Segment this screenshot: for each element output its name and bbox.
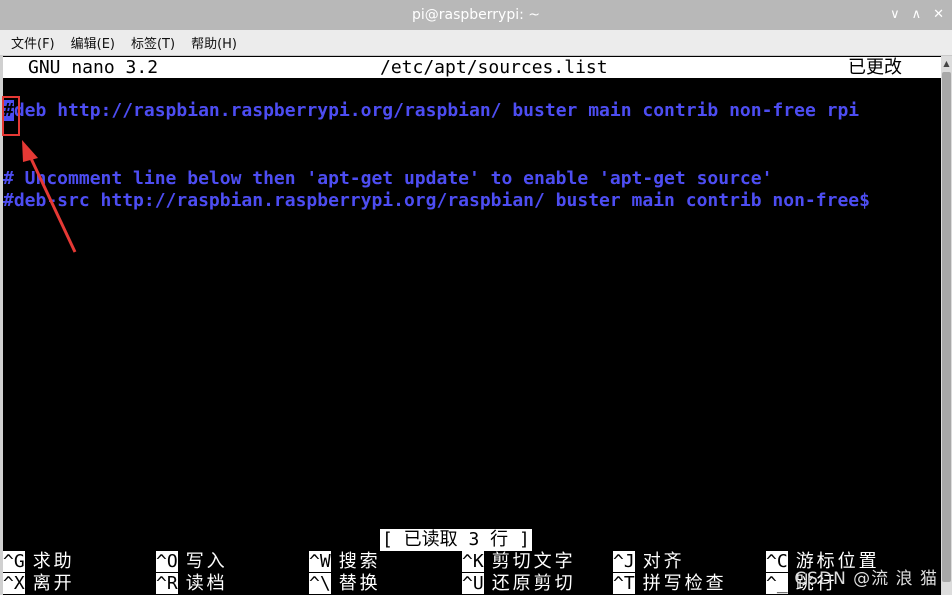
- nano-status-message: [ 已读取 3 行 ]: [380, 529, 532, 551]
- shortcut-search: ^W 搜索: [309, 551, 381, 573]
- scroll-up-arrow-icon[interactable]: ▲: [942, 60, 951, 68]
- menu-tabs[interactable]: 标签(T): [131, 33, 175, 52]
- file-line-1-text: deb http://raspbian.raspberrypi.org/rasp…: [13, 100, 860, 121]
- annotation-arrow-icon: [22, 140, 77, 253]
- shortcut-label: 对齐: [642, 551, 685, 572]
- shortcut-label: 还原剪切: [491, 573, 576, 594]
- shortcut-key: ^C: [766, 551, 788, 572]
- shortcut-key: ^X: [3, 573, 25, 594]
- shortcut-key: ^_: [766, 573, 788, 594]
- shortcut-key: ^J: [613, 551, 635, 572]
- watermark: CSDN @流 浪 猫: [794, 569, 938, 589]
- shortcut-label: 替换: [338, 573, 381, 594]
- scroll-thumb[interactable]: [942, 72, 951, 582]
- shortcut-justify: ^J 对齐: [613, 551, 685, 573]
- shortcut-uncut: ^U 还原剪切: [462, 573, 576, 595]
- maximize-icon[interactable]: ∧: [912, 0, 922, 30]
- menubar: 文件(F) 编辑(E) 标签(T) 帮助(H): [0, 30, 952, 56]
- shortcut-key: ^O: [156, 551, 178, 572]
- shortcut-replace: ^\ 替换: [309, 573, 381, 595]
- shortcut-label: 离开: [32, 573, 75, 594]
- terminal-scrollbar[interactable]: ▲: [941, 56, 952, 595]
- terminal-area[interactable]: GNU nano 3.2 /etc/apt/sources.list 已更改 #…: [3, 56, 941, 595]
- shortcut-label: 拼写检查: [642, 573, 727, 594]
- window-controls: ∨ ∧ ✕: [890, 0, 944, 30]
- nano-modified-flag: 已更改: [848, 57, 902, 78]
- shortcut-key: ^R: [156, 573, 178, 594]
- shortcut-cut: ^K 剪切文字: [462, 551, 576, 573]
- window-title: pi@raspberrypi: ~: [411, 7, 541, 23]
- nano-filename: /etc/apt/sources.list: [380, 57, 608, 78]
- shortcut-label: 搜索: [338, 551, 381, 572]
- menu-help[interactable]: 帮助(H): [191, 33, 237, 52]
- shortcut-key: ^K: [462, 551, 484, 572]
- file-line-3[interactable]: #deb-src http://raspbian.raspberrypi.org…: [3, 190, 870, 212]
- close-icon[interactable]: ✕: [933, 0, 944, 30]
- minimize-icon[interactable]: ∨: [890, 0, 900, 30]
- shortcut-help: ^G 求助: [3, 551, 75, 573]
- shortcut-key: ^U: [462, 573, 484, 594]
- shortcut-write: ^O 写入: [156, 551, 228, 573]
- shortcut-label: 剪切文字: [491, 551, 576, 572]
- shortcut-label: 求助: [32, 551, 75, 572]
- shortcut-exit: ^X 离开: [3, 573, 75, 595]
- shortcut-key: ^G: [3, 551, 25, 572]
- nano-header-bar: GNU nano 3.2 /etc/apt/sources.list 已更改: [3, 57, 941, 78]
- shortcut-key: ^T: [613, 573, 635, 594]
- shortcut-key: ^\: [309, 573, 331, 594]
- shortcut-read-file: ^R 读档: [156, 573, 228, 595]
- shortcut-label: 读档: [185, 573, 228, 594]
- shortcut-spell: ^T 拼写检查: [613, 573, 727, 595]
- shortcut-key: ^W: [309, 551, 331, 572]
- file-line-1[interactable]: #deb http://raspbian.raspberrypi.org/ras…: [3, 100, 859, 122]
- shortcut-label: 写入: [185, 551, 228, 572]
- window-titlebar: pi@raspberrypi: ~ ∨ ∧ ✕: [0, 0, 952, 30]
